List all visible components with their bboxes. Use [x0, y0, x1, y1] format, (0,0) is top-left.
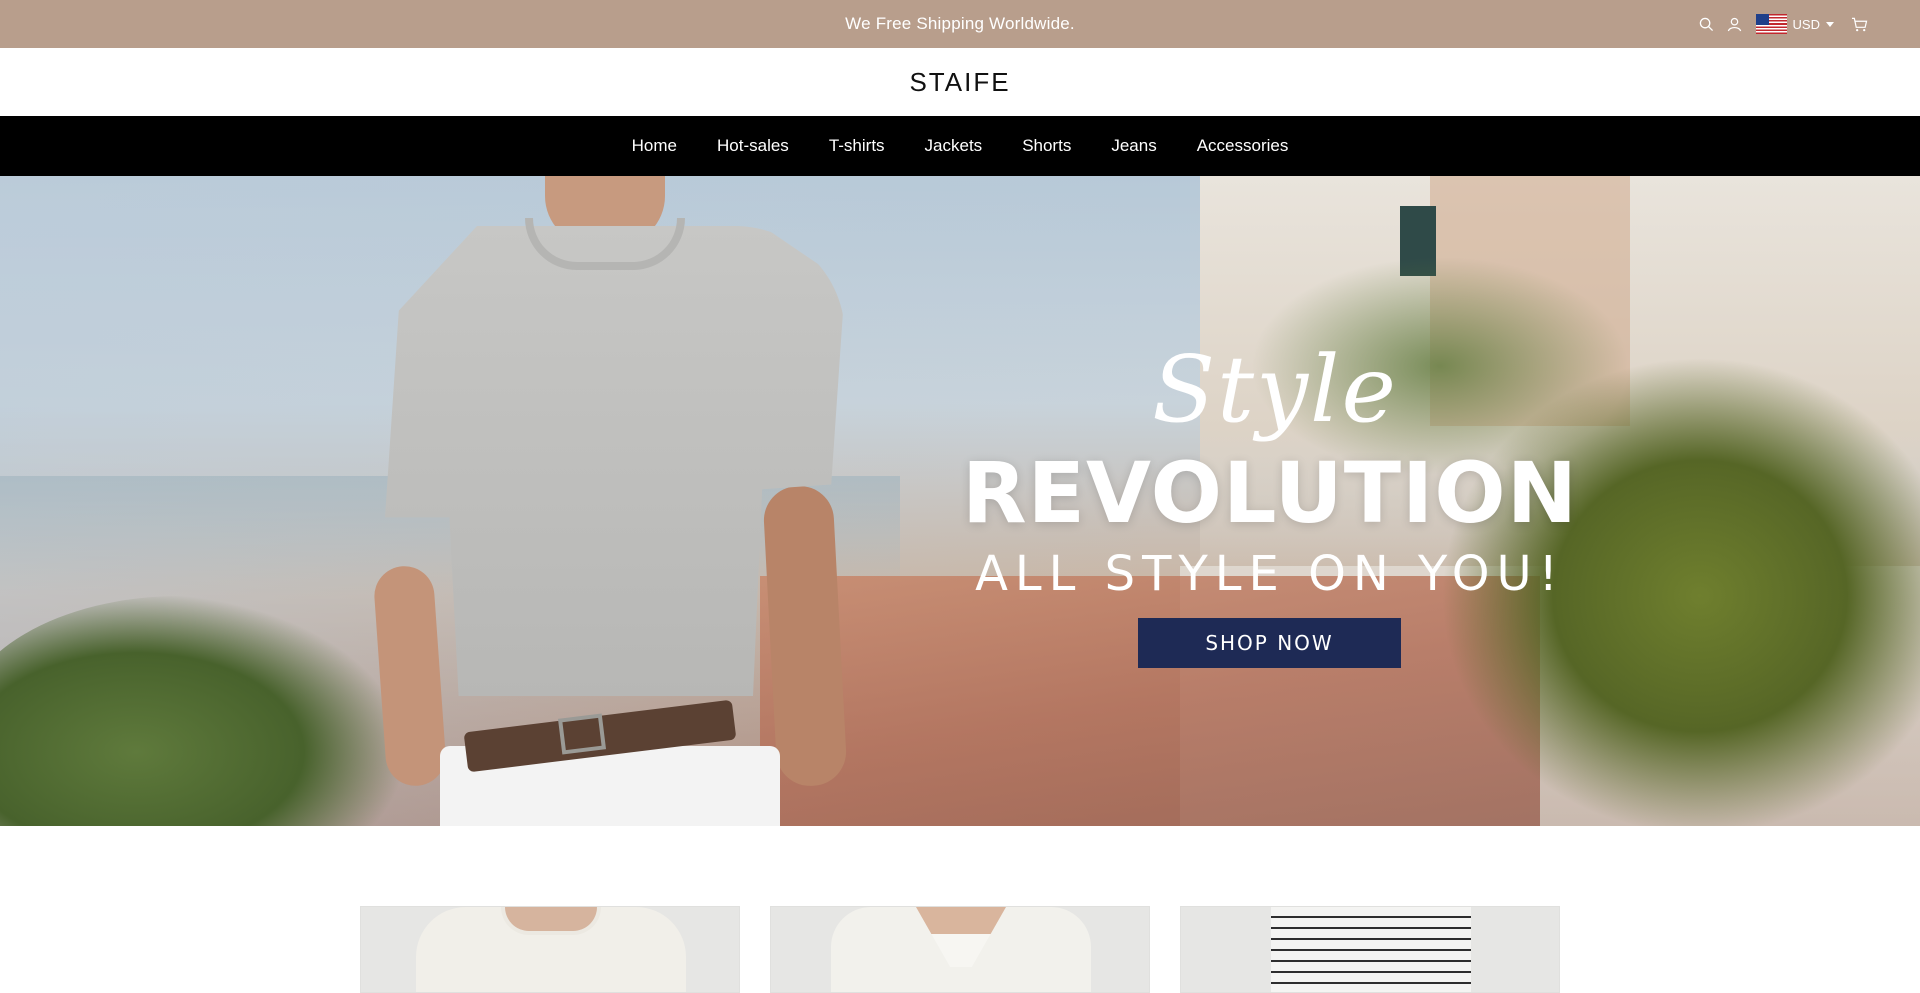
hero-title: REVOLUTION [961, 444, 1578, 542]
main-nav: Home Hot-sales T-shirts Jackets Shorts J… [0, 116, 1920, 176]
hero-banner: Style REVOLUTION ALL STYLE ON YOU! SHOP … [0, 176, 1920, 826]
hero-subtitle: ALL STYLE ON YOU! [975, 546, 1565, 602]
nav-item-hot-sales[interactable]: Hot-sales [697, 116, 809, 176]
announcement-bar: We Free Shipping Worldwide. USD [0, 0, 1920, 48]
nav-item-t-shirts[interactable]: T-shirts [809, 116, 905, 176]
nav-item-shorts[interactable]: Shorts [1002, 116, 1091, 176]
shop-now-button[interactable]: SHOP NOW [1138, 618, 1401, 668]
chevron-down-icon [1826, 21, 1834, 27]
product-card[interactable] [770, 906, 1150, 993]
utility-icons: USD [1698, 0, 1868, 48]
hero-model-image [360, 176, 880, 826]
hero-background-palm-left [0, 596, 400, 826]
currency-label: USD [1792, 16, 1820, 32]
model-arm-left [372, 564, 448, 788]
announcement-text: We Free Shipping Worldwide. [845, 14, 1075, 33]
product-card[interactable] [360, 906, 740, 993]
nav-item-accessories[interactable]: Accessories [1177, 116, 1309, 176]
nav-item-home[interactable]: Home [612, 116, 697, 176]
nav-item-jeans[interactable]: Jeans [1091, 116, 1176, 176]
search-icon[interactable] [1698, 15, 1716, 33]
model-belt-buckle [557, 713, 607, 755]
us-flag-icon [1755, 14, 1787, 34]
cart-icon[interactable] [1850, 15, 1868, 33]
hero-script-text: Style [1152, 336, 1398, 443]
logo-bar: STAIFE [0, 48, 1920, 116]
currency-selector[interactable]: USD [1755, 14, 1834, 34]
account-icon[interactable] [1726, 15, 1744, 33]
model-arm-right [762, 484, 848, 788]
product-image [1271, 907, 1471, 992]
nav-item-jackets[interactable]: Jackets [905, 116, 1003, 176]
product-card[interactable] [1180, 906, 1560, 993]
product-grid [360, 906, 1560, 993]
site-logo[interactable]: STAIFE [0, 48, 1920, 116]
product-image-neck [501, 907, 601, 935]
